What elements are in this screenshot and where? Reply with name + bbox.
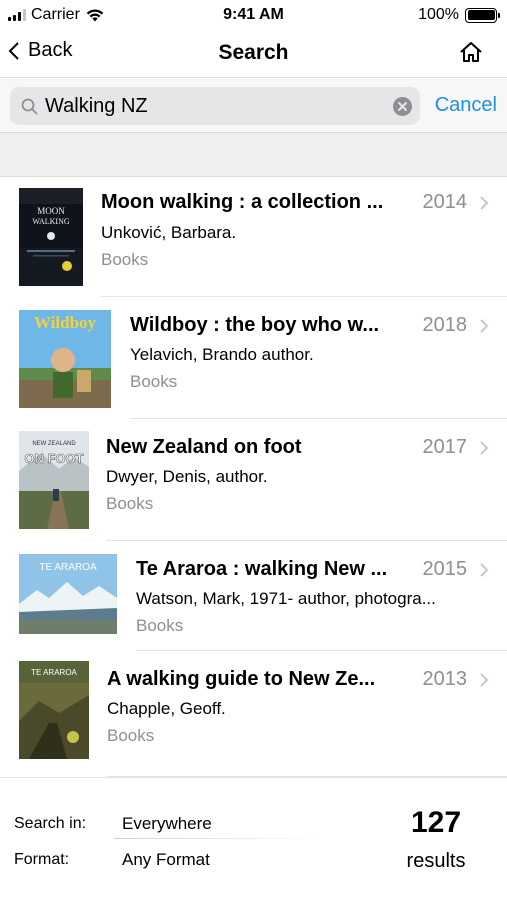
status-bar: Carrier 9:41 AM 100% <box>0 0 507 30</box>
chevron-right-icon <box>480 673 489 687</box>
book-year: 2013 <box>422 668 468 690</box>
cover-title: ON FOOT <box>24 451 83 466</box>
battery-percent: 100% <box>418 6 459 23</box>
battery-icon <box>465 7 500 23</box>
list-item[interactable]: NEW ZEALAND ON FOOT New Zealand on foot … <box>0 419 507 541</box>
book-format: Books <box>130 372 178 391</box>
search-in-label: Search in: <box>14 815 87 832</box>
format-selector[interactable]: Any Format <box>122 850 210 870</box>
cover-title: TE ARAROA <box>39 562 97 573</box>
chevron-right-icon <box>480 319 489 333</box>
book-year: 2014 <box>422 191 468 213</box>
cover-title: Wildboy <box>34 313 97 332</box>
chevron-right-icon <box>480 563 489 577</box>
cover-title-line2: WALKING <box>32 217 70 226</box>
cover-title: TE ARAROA <box>31 668 77 677</box>
list-item[interactable]: TE ARAROA A walking guide to New Ze... 2… <box>0 651 507 777</box>
book-format: Books <box>106 494 154 513</box>
book-author: Watson, Mark, 1971- author, photogra... <box>136 589 436 608</box>
book-title: Te Araroa : walking New ... <box>136 558 388 580</box>
navigation-bar: Back Search <box>0 30 507 78</box>
book-author: Unković, Barbara. <box>101 223 237 242</box>
book-title: Wildboy : the boy who w... <box>130 314 380 336</box>
book-cover-image: TE ARAROA <box>19 661 89 759</box>
search-bar: Cancel <box>0 79 507 133</box>
book-format: Books <box>107 726 155 745</box>
book-title: New Zealand on foot <box>106 436 302 458</box>
search-in-selector[interactable]: Everywhere <box>122 814 212 834</box>
book-year: 2017 <box>422 436 468 458</box>
book-year: 2015 <box>422 558 468 580</box>
cover-subtitle: NEW ZEALAND <box>32 441 76 447</box>
book-year: 2018 <box>422 314 468 336</box>
list-item[interactable]: MOON WALKING Moon walking : a collection… <box>0 177 507 297</box>
home-icon <box>460 42 482 62</box>
book-cover-image: MOON WALKING <box>19 188 83 286</box>
chevron-right-icon <box>480 441 489 455</box>
search-filter-bar: Search in: Everywhere Format: Any Format… <box>0 777 507 900</box>
book-author: Dwyer, Denis, author. <box>106 467 268 486</box>
book-format: Books <box>101 250 149 269</box>
results-count: 127 <box>410 806 462 839</box>
book-cover-image: NEW ZEALAND ON FOOT <box>19 431 89 529</box>
cover-title-line1: MOON <box>37 206 65 216</box>
search-field[interactable] <box>10 87 420 125</box>
results-count-label: results <box>406 850 466 872</box>
book-title: A walking guide to New Ze... <box>107 668 376 690</box>
search-input[interactable] <box>45 93 385 119</box>
home-button[interactable] <box>459 41 483 68</box>
clear-search-icon[interactable] <box>393 97 412 116</box>
book-title: Moon walking : a collection ... <box>101 191 384 213</box>
book-format: Books <box>136 616 184 635</box>
book-author: Yelavich, Brando author. <box>130 345 314 364</box>
battery-fill <box>467 10 495 20</box>
page-title: Search <box>218 41 289 64</box>
list-item[interactable]: Wildboy Wildboy : the boy who w... 2018 … <box>0 297 507 419</box>
section-header <box>0 133 507 177</box>
format-label: Format: <box>14 851 70 868</box>
cancel-button[interactable]: Cancel <box>435 94 497 117</box>
results-list: MOON WALKING Moon walking : a collection… <box>0 177 507 777</box>
search-icon <box>21 98 38 115</box>
filter-divider <box>114 838 324 839</box>
book-author: Chapple, Geoff. <box>107 699 226 718</box>
book-cover-image: TE ARAROA <box>19 554 117 634</box>
status-right: 100% <box>418 6 500 24</box>
chevron-right-icon <box>480 196 489 210</box>
list-item[interactable]: TE ARAROA Te Araroa : walking New ... 20… <box>0 541 507 651</box>
book-cover-image: Wildboy <box>19 310 111 408</box>
